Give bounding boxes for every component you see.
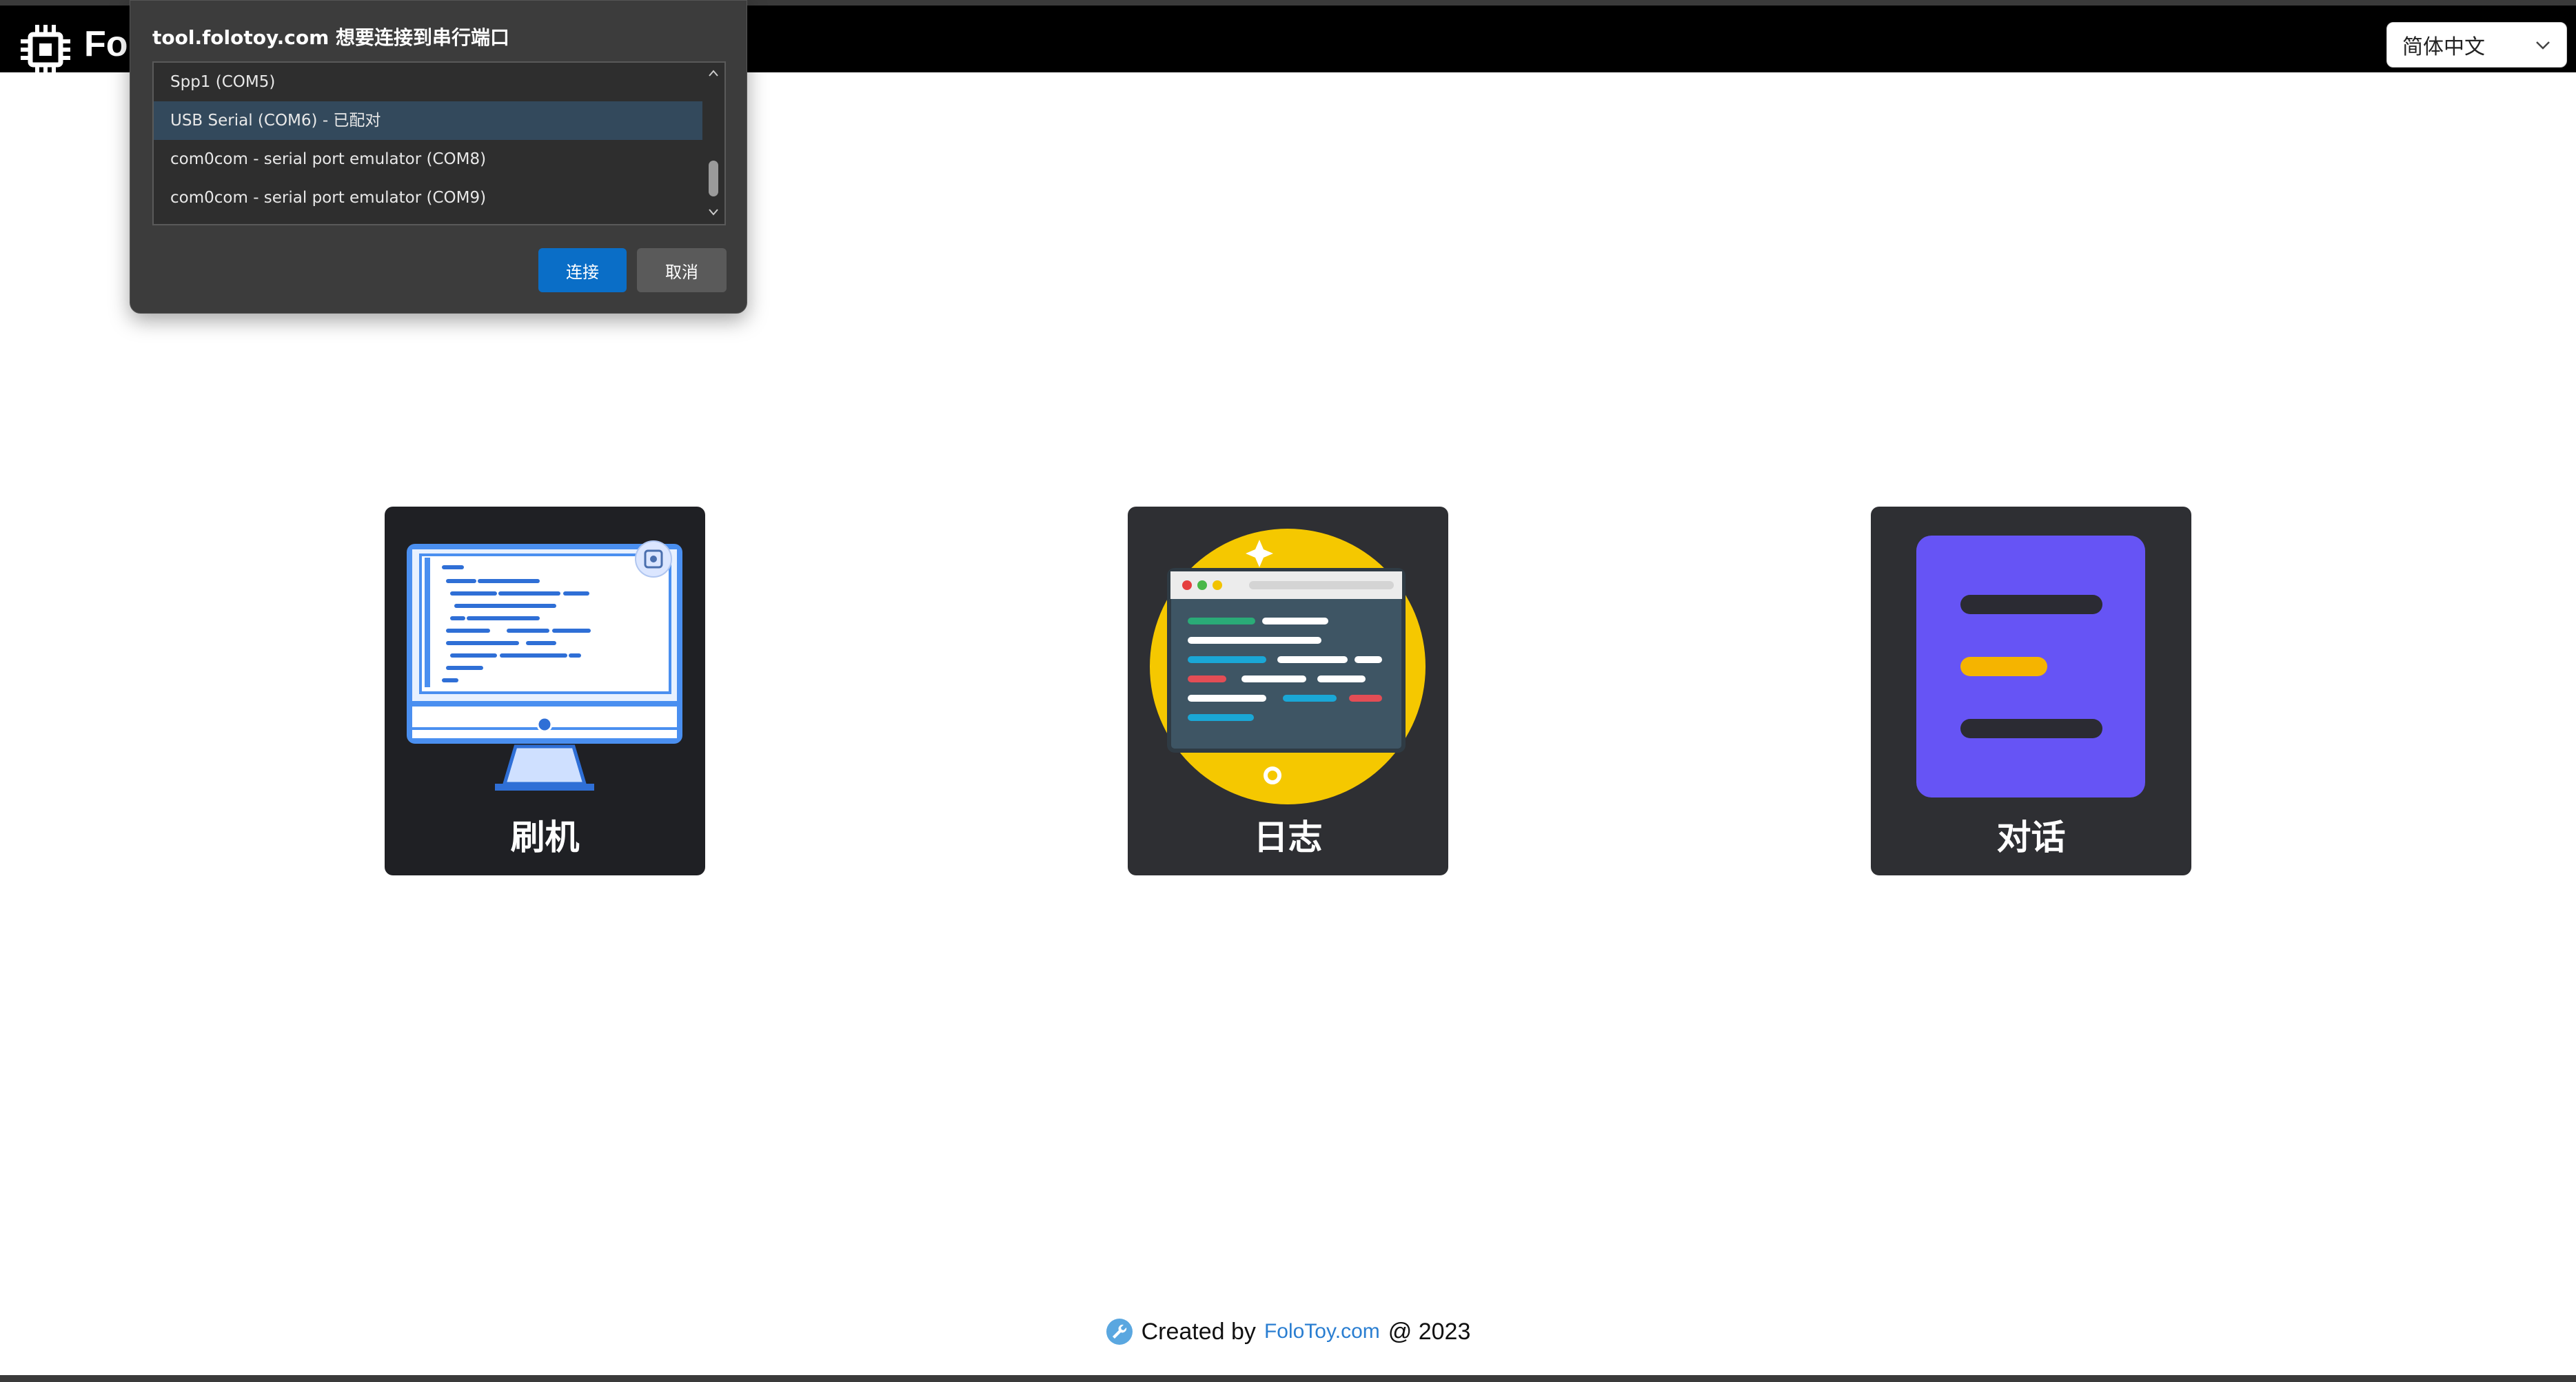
bottom-border (0, 1375, 2576, 1382)
language-select-value: 简体中文 (2402, 35, 2485, 59)
log-window-icon (1150, 529, 1426, 804)
page: Fol 简体中文 tool.folotoy.com 想要连接到串行端口 Spp1… (0, 0, 2576, 1382)
card-label: 日志 (1253, 817, 1323, 857)
card-label: 刷机 (510, 817, 580, 857)
scroll-down-arrow-icon[interactable] (708, 207, 719, 217)
footer-suffix: @ 2023 (1388, 1318, 1471, 1345)
flash-card[interactable]: 刷机 (385, 507, 705, 875)
footer-prefix: Created by (1141, 1318, 1256, 1345)
scroll-up-arrow-icon[interactable] (708, 68, 719, 78)
chevron-down-icon (2536, 41, 2550, 50)
chip-logo-icon (21, 25, 70, 74)
dialog-title: tool.folotoy.com 想要连接到串行端口 (152, 26, 510, 49)
port-list[interactable]: Spp1 (COM5) USB Serial (COM6) - 已配对 com0… (152, 61, 726, 225)
footer: Created by FoloToy.com @ 2023 (0, 1318, 2576, 1345)
port-item[interactable]: Spp1 (COM5) (154, 63, 704, 101)
port-list-scrollbar[interactable] (702, 63, 724, 224)
port-item[interactable]: com0com - serial port emulator (COM8) (154, 140, 704, 179)
chat-card[interactable]: 对话 (1871, 507, 2191, 875)
language-select[interactable]: 简体中文 (2386, 22, 2567, 68)
connect-button[interactable]: 连接 (538, 248, 627, 292)
wrench-icon (1106, 1319, 1133, 1345)
port-item-selected[interactable]: USB Serial (COM6) - 已配对 (154, 101, 704, 140)
card-label: 对话 (1996, 817, 2066, 857)
port-item[interactable]: com0com - serial port emulator (COM9) (154, 179, 704, 217)
cancel-button[interactable]: 取消 (637, 248, 727, 292)
scrollbar-thumb[interactable] (709, 161, 718, 196)
serial-port-dialog: tool.folotoy.com 想要连接到串行端口 Spp1 (COM5) U… (130, 0, 747, 314)
log-card[interactable]: 日志 (1128, 507, 1448, 875)
monitor-code-icon (407, 540, 682, 791)
chat-document-icon (1916, 536, 2145, 797)
footer-link[interactable]: FoloToy.com (1264, 1320, 1380, 1343)
